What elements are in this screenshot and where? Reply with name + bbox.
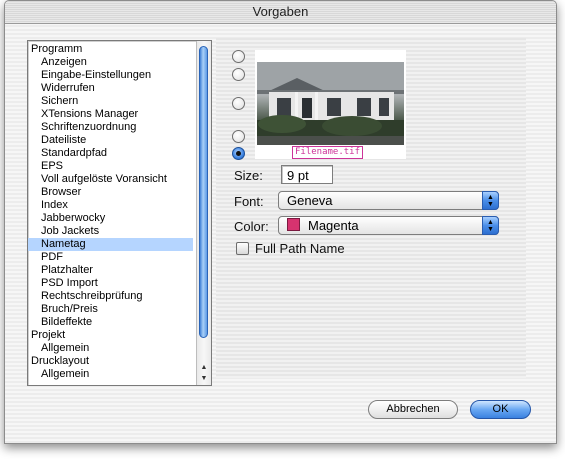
color-popup-value: Magenta: [308, 218, 359, 233]
list-item[interactable]: Anzeigen: [28, 56, 193, 69]
position-radio-3[interactable]: [232, 97, 245, 110]
category-list-items: Programm Anzeigen Eingabe-Einstellungen Wid…: [28, 43, 193, 381]
filename-tag: Filename.tif: [292, 146, 364, 159]
preferences-category-list[interactable]: Programm Anzeigen Eingabe-Einstellungen Wid…: [27, 40, 212, 386]
position-radio-4[interactable]: [232, 130, 245, 143]
list-item[interactable]: Allgemein: [28, 342, 193, 355]
font-label: Font:: [234, 194, 264, 209]
list-item[interactable]: Nametag: [28, 238, 193, 251]
scrollbar-thumb[interactable]: [199, 46, 208, 338]
list-item[interactable]: Eingabe-Einstellungen: [28, 69, 193, 82]
size-input[interactable]: 9 pt: [281, 165, 333, 184]
list-item[interactable]: Jabberwocky: [28, 212, 193, 225]
color-label: Color:: [234, 219, 269, 234]
list-item[interactable]: Bruch/Preis: [28, 303, 193, 316]
scroll-up-arrow-icon[interactable]: ▲: [197, 362, 211, 373]
list-item[interactable]: Browser: [28, 186, 193, 199]
nametag-preview: Filename.tif: [255, 50, 406, 159]
color-swatch-icon: [287, 218, 300, 231]
popup-arrows-icon: ▲ ▼: [482, 191, 499, 210]
preview-photo: [257, 62, 404, 145]
list-group-header[interactable]: Projekt: [28, 329, 193, 342]
position-radio-1[interactable]: [232, 50, 245, 63]
list-group-header[interactable]: Drucklayout: [28, 355, 193, 368]
list-scrollbar[interactable]: ▲ ▼: [196, 41, 211, 385]
ok-button[interactable]: OK: [470, 400, 531, 419]
list-item[interactable]: Platzhalter: [28, 264, 193, 277]
list-item[interactable]: Standardpfad: [28, 147, 193, 160]
list-item[interactable]: PSD Import: [28, 277, 193, 290]
list-group-header[interactable]: Programm: [28, 43, 193, 56]
list-item[interactable]: Job Jackets: [28, 225, 193, 238]
list-item[interactable]: Dateiliste: [28, 134, 193, 147]
list-item[interactable]: Widerrufen: [28, 82, 193, 95]
list-item[interactable]: EPS: [28, 160, 193, 173]
scroll-down-arrow-icon[interactable]: ▼: [197, 373, 211, 384]
font-popup-value: Geneva: [287, 193, 333, 208]
list-item[interactable]: XTensions Manager: [28, 108, 193, 121]
list-item[interactable]: Allgemein: [28, 368, 193, 381]
cancel-button[interactable]: Abbrechen: [368, 400, 458, 419]
list-item[interactable]: Index: [28, 199, 193, 212]
list-item[interactable]: Schriftenzuordnung: [28, 121, 193, 134]
font-popup[interactable]: Geneva ▲ ▼: [278, 191, 499, 210]
size-label: Size:: [234, 168, 263, 183]
position-radio-2[interactable]: [232, 68, 245, 81]
list-item[interactable]: PDF: [28, 251, 193, 264]
window-title: Vorgaben: [5, 1, 556, 24]
list-item[interactable]: Sichern: [28, 95, 193, 108]
popup-arrows-icon: ▲ ▼: [482, 216, 499, 235]
list-item[interactable]: Voll aufgelöste Voransicht: [28, 173, 193, 186]
full-path-label[interactable]: Full Path Name: [255, 241, 345, 256]
list-item[interactable]: Rechtschreibprüfung: [28, 290, 193, 303]
list-item[interactable]: Bildeffekte: [28, 316, 193, 329]
color-popup[interactable]: Magenta ▲ ▼: [278, 216, 499, 235]
position-radio-5[interactable]: [232, 147, 245, 160]
radio-selected-dot: [236, 151, 241, 156]
full-path-checkbox[interactable]: [236, 242, 249, 255]
